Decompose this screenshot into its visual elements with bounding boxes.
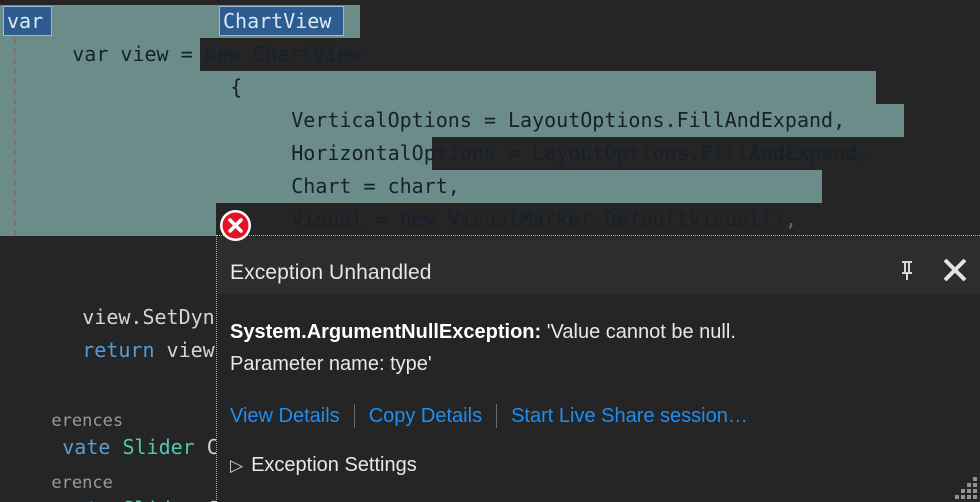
link-separator-1 <box>353 404 355 428</box>
code-token-comma-6: , <box>784 207 797 231</box>
code-line-5: Chart = chart, <box>219 137 460 198</box>
code-line-4: HorizontalOptions = LayoutOptions.FillAn… <box>219 104 869 165</box>
code-line-2: { <box>158 38 242 99</box>
popup-body: System.ArgumentNullException: 'Value can… <box>218 294 980 502</box>
code-token-visual-assign: Visual = new VisualMarker.DefaultVisual(… <box>291 207 785 231</box>
code-token-slider-2: Slider <box>122 497 194 502</box>
code-line-9: return view; <box>10 301 227 362</box>
reference-highlight-chartview-label: ChartView <box>223 9 332 33</box>
code-token-comma-4: , <box>857 141 870 165</box>
visual-studio-debugger-screen: var view = new ChartView var ChartView {… <box>0 0 980 502</box>
code-line-13: vate Slider Cre <box>0 460 243 502</box>
popup-title: Exception Unhandled <box>230 261 432 284</box>
chevron-right-icon: ▷ <box>230 456 244 475</box>
exception-message-line-2: Parameter name: type' <box>230 353 432 375</box>
code-line-11: vate Slider Cre <box>0 398 243 459</box>
close-icon[interactable] <box>938 253 972 287</box>
error-circle-icon <box>219 209 252 242</box>
exception-popup: Exception Unhandled System.ArgumentNullE… <box>216 235 980 502</box>
code-line-8: view.SetDynami <box>10 268 251 329</box>
exception-settings-label: Exception Settings <box>251 454 417 476</box>
copy-details-link[interactable]: Copy Details <box>369 405 482 428</box>
code-line-6: Visual = new VisualMarker.DefaultVisual(… <box>219 170 797 231</box>
code-token-return: return <box>82 338 155 362</box>
resize-grip[interactable] <box>951 473 977 499</box>
exception-message: System.ArgumentNullException: 'Value can… <box>230 316 960 380</box>
code-line-3: VerticalOptions = LayoutOptions.FillAndE… <box>219 71 845 132</box>
link-separator-2 <box>496 404 498 428</box>
popup-title-bar: Exception Unhandled <box>218 237 980 294</box>
code-token-private-2: vate <box>62 497 110 502</box>
exception-message-line-1: 'Value cannot be null. <box>546 321 736 343</box>
exception-settings-expander[interactable]: ▷ Exception Settings <box>230 454 417 477</box>
popup-titlebar-buttons <box>890 253 972 287</box>
exception-type: System.ArgumentNullException: <box>230 321 542 343</box>
start-live-share-session-link[interactable]: Start Live Share session… <box>511 405 748 428</box>
code-token-chartview: ChartView <box>252 42 362 66</box>
code-token-slider-1: Slider <box>122 435 195 459</box>
popup-actions: View Details Copy Details Start Live Sha… <box>230 404 748 428</box>
pin-icon[interactable] <box>890 253 924 287</box>
reference-highlight-var-label: var <box>7 9 44 33</box>
view-details-link[interactable]: View Details <box>230 405 340 428</box>
code-token-var: var <box>72 42 109 66</box>
